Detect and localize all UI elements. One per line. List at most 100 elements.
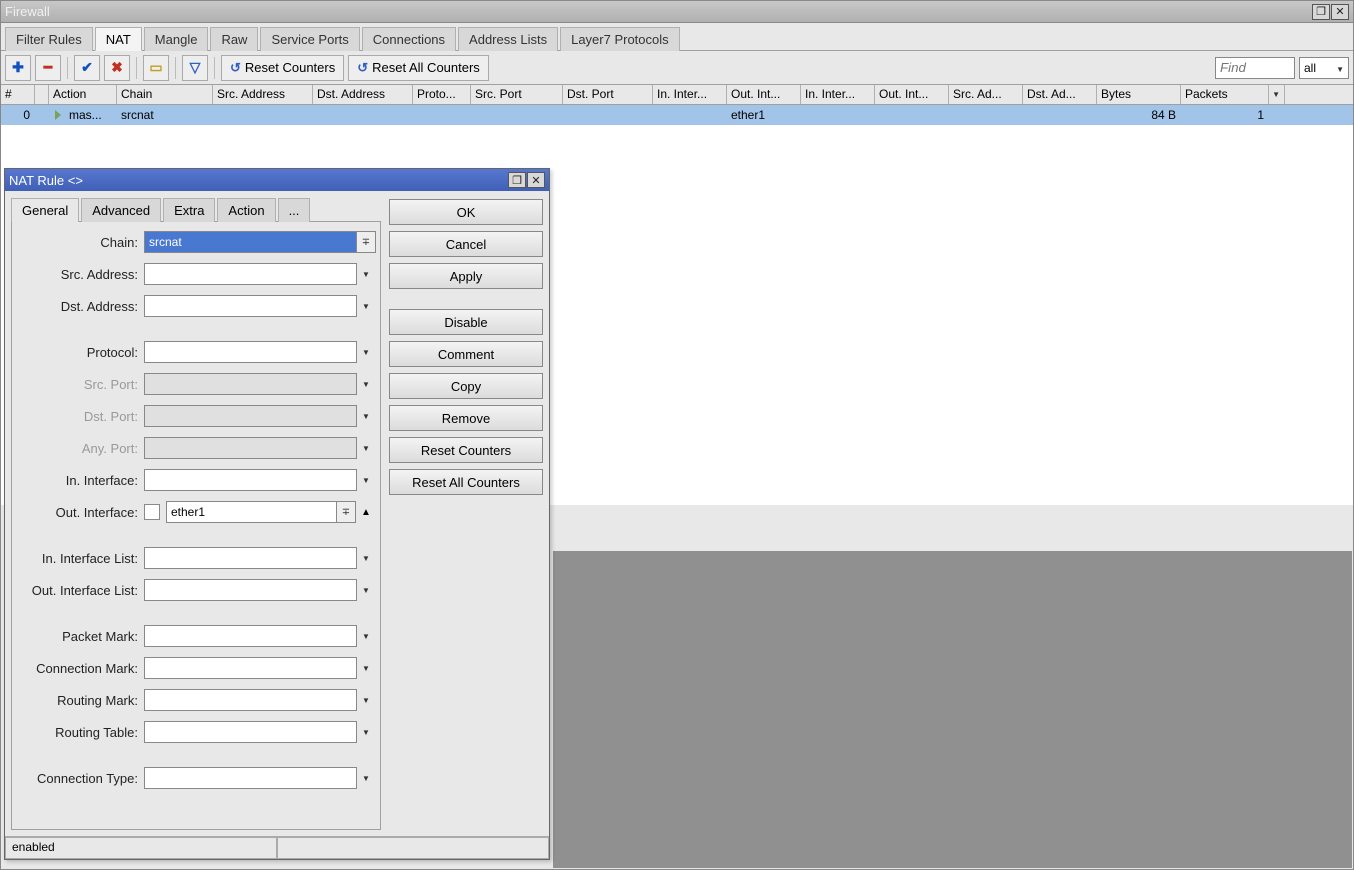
- expand-icon: [356, 437, 376, 459]
- enable-button[interactable]: ✔: [74, 55, 100, 81]
- column-header[interactable]: Dst. Port: [563, 85, 653, 104]
- out-interface-dropdown-icon[interactable]: ∓: [336, 501, 356, 523]
- table-header: # ActionChainSrc. AddressDst. AddressProt…: [1, 85, 1353, 105]
- column-header[interactable]: Bytes: [1097, 85, 1181, 104]
- input-out-interface-list[interactable]: [144, 579, 357, 601]
- reset-all-counters-button[interactable]: ↺Reset All Counters: [348, 55, 489, 81]
- ok-button[interactable]: OK: [389, 199, 543, 225]
- dialog-statusbar: enabled: [5, 836, 549, 859]
- input-protocol[interactable]: [144, 341, 357, 363]
- remove-button[interactable]: ━: [35, 55, 61, 81]
- dlg-tab-advanced[interactable]: Advanced: [81, 198, 161, 222]
- expand-icon[interactable]: [356, 657, 376, 679]
- add-button[interactable]: ✚: [5, 55, 31, 81]
- cancel-button[interactable]: Cancel: [389, 231, 543, 257]
- main-tabs: Filter Rules NAT Mangle Raw Service Port…: [1, 23, 1353, 51]
- maximize-icon[interactable]: ❐: [1312, 4, 1330, 20]
- column-menu-icon[interactable]: [1269, 85, 1285, 104]
- remove-button[interactable]: Remove: [389, 405, 543, 431]
- find-input[interactable]: [1215, 57, 1295, 79]
- column-header[interactable]: Proto...: [413, 85, 471, 104]
- column-header[interactable]: Out. Int...: [875, 85, 949, 104]
- input-connection-mark[interactable]: [144, 657, 357, 679]
- expand-icon[interactable]: [356, 469, 376, 491]
- tab-service-ports[interactable]: Service Ports: [260, 27, 359, 51]
- column-header[interactable]: #: [1, 85, 35, 104]
- input-routing-table[interactable]: [144, 721, 357, 743]
- masquerade-icon: [53, 108, 67, 122]
- disable-button[interactable]: ✖: [104, 55, 130, 81]
- comment-button[interactable]: ▭: [143, 55, 169, 81]
- input-packet-mark[interactable]: [144, 625, 357, 647]
- label-protocol: Protocol:: [16, 345, 144, 360]
- label-out-interface: Out. Interface:: [16, 505, 144, 520]
- dlg-tab-more[interactable]: ...: [278, 198, 311, 222]
- column-header[interactable]: Src. Ad...: [949, 85, 1023, 104]
- expand-icon: [356, 373, 376, 395]
- cell-in-int-list: [801, 113, 875, 117]
- expand-icon[interactable]: [356, 341, 376, 363]
- column-header[interactable]: Packets: [1181, 85, 1269, 104]
- reset-counters-button[interactable]: ↺Reset Counters: [221, 55, 344, 81]
- expand-icon[interactable]: [356, 263, 376, 285]
- chain-dropdown-icon[interactable]: ∓: [356, 231, 376, 253]
- column-header[interactable]: Src. Port: [471, 85, 563, 104]
- reset-counters-label: Reset Counters: [245, 60, 335, 75]
- column-header[interactable]: Out. Int...: [727, 85, 801, 104]
- dlg-tab-general[interactable]: General: [11, 198, 79, 222]
- filter-button[interactable]: ▽: [182, 55, 208, 81]
- tab-mangle[interactable]: Mangle: [144, 27, 209, 51]
- input-connection-type[interactable]: [144, 767, 357, 789]
- input-chain[interactable]: srcnat: [144, 231, 357, 253]
- disable-button[interactable]: Disable: [389, 309, 543, 335]
- column-header[interactable]: In. Inter...: [653, 85, 727, 104]
- expand-icon[interactable]: [356, 767, 376, 789]
- tab-raw[interactable]: Raw: [210, 27, 258, 51]
- reset-counters-button[interactable]: Reset Counters: [389, 437, 543, 463]
- tab-connections[interactable]: Connections: [362, 27, 456, 51]
- cell-chain: srcnat: [117, 106, 213, 124]
- tab-nat[interactable]: NAT: [95, 27, 142, 51]
- expand-icon[interactable]: [356, 579, 376, 601]
- expand-icon[interactable]: [356, 295, 376, 317]
- copy-button[interactable]: Copy: [389, 373, 543, 399]
- column-header[interactable]: Dst. Address: [313, 85, 413, 104]
- cell-out-int: ether1: [727, 106, 801, 124]
- input-routing-mark[interactable]: [144, 689, 357, 711]
- input-dst-address[interactable]: [144, 295, 357, 317]
- collapse-icon[interactable]: ▲: [356, 501, 376, 523]
- out-interface-negate-checkbox[interactable]: [144, 504, 160, 520]
- column-header[interactable]: Action: [49, 85, 117, 104]
- tab-layer7[interactable]: Layer7 Protocols: [560, 27, 680, 51]
- expand-icon[interactable]: [356, 547, 376, 569]
- dialog-maximize-icon[interactable]: ❐: [508, 172, 526, 188]
- dlg-tab-action[interactable]: Action: [217, 198, 275, 222]
- tab-address-lists[interactable]: Address Lists: [458, 27, 558, 51]
- column-header[interactable]: In. Inter...: [801, 85, 875, 104]
- cell-proto: [413, 113, 471, 117]
- table-row[interactable]: 0 mas... srcnat ether1 84 B 1: [1, 105, 1353, 125]
- filter-select[interactable]: all: [1299, 57, 1349, 79]
- expand-icon[interactable]: [356, 721, 376, 743]
- cell-in-int: [653, 113, 727, 117]
- cell-num: 0: [1, 106, 35, 124]
- column-header[interactable]: Chain: [117, 85, 213, 104]
- expand-icon: [356, 405, 376, 427]
- column-header[interactable]: [35, 85, 49, 104]
- column-header[interactable]: Dst. Ad...: [1023, 85, 1097, 104]
- dialog-close-icon[interactable]: ✕: [527, 172, 545, 188]
- input-src-address[interactable]: [144, 263, 357, 285]
- expand-icon[interactable]: [356, 689, 376, 711]
- input-in-interface[interactable]: [144, 469, 357, 491]
- tab-filter-rules[interactable]: Filter Rules: [5, 27, 93, 51]
- column-header[interactable]: Src. Address: [213, 85, 313, 104]
- comment-button[interactable]: Comment: [389, 341, 543, 367]
- dlg-tab-extra[interactable]: Extra: [163, 198, 215, 222]
- expand-icon[interactable]: [356, 625, 376, 647]
- close-icon[interactable]: ✕: [1331, 4, 1349, 20]
- separator: [214, 57, 215, 79]
- apply-button[interactable]: Apply: [389, 263, 543, 289]
- input-in-interface-list[interactable]: [144, 547, 357, 569]
- input-out-interface[interactable]: ether1: [166, 501, 337, 523]
- reset-all-counters-button[interactable]: Reset All Counters: [389, 469, 543, 495]
